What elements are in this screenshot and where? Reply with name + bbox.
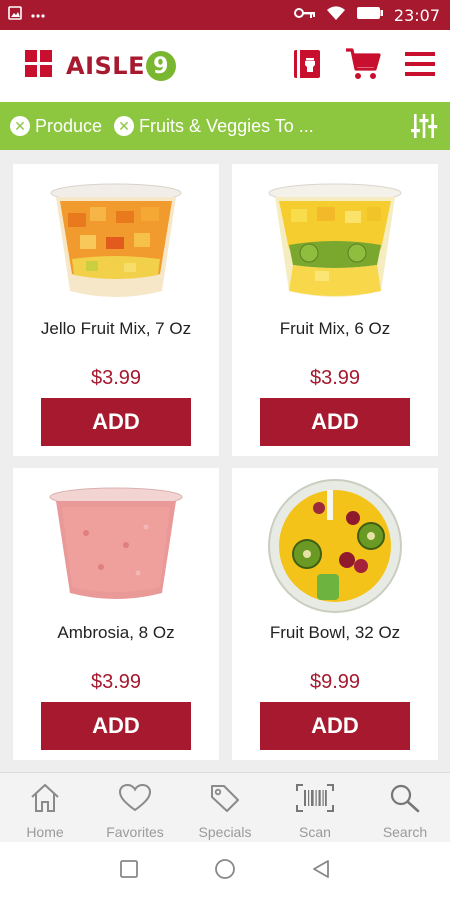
status-bar: 23:07 bbox=[0, 0, 450, 30]
store-icon[interactable] bbox=[292, 48, 322, 85]
nav-label: Home bbox=[26, 824, 64, 840]
status-time: 23:07 bbox=[393, 5, 440, 25]
cart-icon[interactable] bbox=[344, 47, 382, 86]
nav-favorites[interactable]: Favorites bbox=[90, 773, 180, 842]
bottom-navigation: Home Favorites Specials Scan Search bbox=[0, 772, 450, 842]
product-price: $9.99 bbox=[309, 671, 361, 693]
tag-icon bbox=[209, 783, 241, 818]
back-icon[interactable] bbox=[311, 859, 331, 884]
product-name[interactable]: Fruit Mix, 6 Oz bbox=[232, 319, 438, 339]
recents-icon[interactable] bbox=[119, 859, 139, 884]
nav-label: Search bbox=[382, 824, 428, 840]
add-to-cart-button[interactable]: ADD bbox=[41, 702, 191, 750]
filter-chip-label: Fruits & Veggies To ... bbox=[139, 115, 314, 136]
more-icon bbox=[30, 6, 46, 24]
product-grid: Jello Fruit Mix, 7 Oz $3.99 ADD Fruit Mi… bbox=[0, 150, 450, 772]
product-name[interactable]: Ambrosia, 8 Oz bbox=[13, 623, 219, 643]
image-icon bbox=[8, 5, 22, 25]
close-icon[interactable]: ✕ bbox=[10, 116, 30, 136]
add-to-cart-button[interactable]: ADD bbox=[41, 398, 191, 446]
product-card[interactable]: Fruit Bowl, 32 Oz $9.99 ADD bbox=[232, 468, 438, 760]
filter-bar: ✕ Produce ✕ Fruits & Veggies To ... bbox=[0, 102, 450, 150]
search-icon bbox=[389, 783, 421, 818]
nav-home[interactable]: Home bbox=[0, 773, 90, 842]
product-name[interactable]: Fruit Bowl, 32 Oz bbox=[232, 623, 438, 643]
nav-label: Scan bbox=[299, 824, 331, 840]
product-image[interactable] bbox=[13, 174, 219, 309]
product-image[interactable] bbox=[13, 478, 219, 613]
nav-label: Favorites bbox=[106, 824, 164, 840]
logo-text: AISLE 9 bbox=[66, 51, 176, 81]
filter-chip-label: Produce bbox=[35, 115, 103, 136]
home-icon bbox=[29, 783, 61, 818]
product-image[interactable] bbox=[232, 174, 438, 309]
add-to-cart-button[interactable]: ADD bbox=[260, 702, 410, 750]
product-image[interactable] bbox=[232, 478, 438, 613]
add-to-cart-button[interactable]: ADD bbox=[260, 398, 410, 446]
menu-icon[interactable] bbox=[404, 51, 436, 82]
nav-search[interactable]: Search bbox=[360, 773, 450, 842]
battery-icon bbox=[356, 6, 384, 25]
nav-label: Specials bbox=[198, 824, 252, 840]
product-card[interactable]: Fruit Mix, 6 Oz $3.99 ADD bbox=[232, 164, 438, 456]
product-price: $3.99 bbox=[90, 671, 142, 693]
heart-icon bbox=[118, 783, 152, 818]
product-name[interactable]: Jello Fruit Mix, 7 Oz bbox=[13, 319, 219, 339]
system-navigation-bar bbox=[0, 842, 450, 900]
product-card[interactable]: Ambrosia, 8 Oz $3.99 ADD bbox=[13, 468, 219, 760]
key-icon bbox=[293, 6, 316, 25]
filter-chip-produce[interactable]: ✕ Produce bbox=[10, 116, 102, 137]
app-header: AISLE 9 bbox=[0, 30, 450, 102]
logo-number: 9 bbox=[145, 51, 176, 81]
barcode-icon bbox=[295, 783, 335, 818]
nav-specials[interactable]: Specials bbox=[180, 773, 270, 842]
close-icon[interactable]: ✕ bbox=[114, 116, 135, 136]
logo-word: AISLE bbox=[66, 52, 145, 80]
sliders-icon[interactable] bbox=[410, 112, 438, 140]
product-price: $3.99 bbox=[309, 367, 361, 389]
filter-chip-fruits-veggies[interactable]: ✕ Fruits & Veggies To ... bbox=[114, 116, 314, 137]
product-card[interactable]: Jello Fruit Mix, 7 Oz $3.99 ADD bbox=[13, 164, 219, 456]
grid-icon bbox=[24, 49, 54, 84]
product-price: $3.99 bbox=[90, 367, 142, 389]
wifi-icon bbox=[326, 5, 346, 26]
aisle9-logo[interactable]: AISLE 9 bbox=[24, 49, 176, 84]
nav-scan[interactable]: Scan bbox=[270, 773, 360, 842]
home-circle-icon[interactable] bbox=[214, 858, 236, 885]
